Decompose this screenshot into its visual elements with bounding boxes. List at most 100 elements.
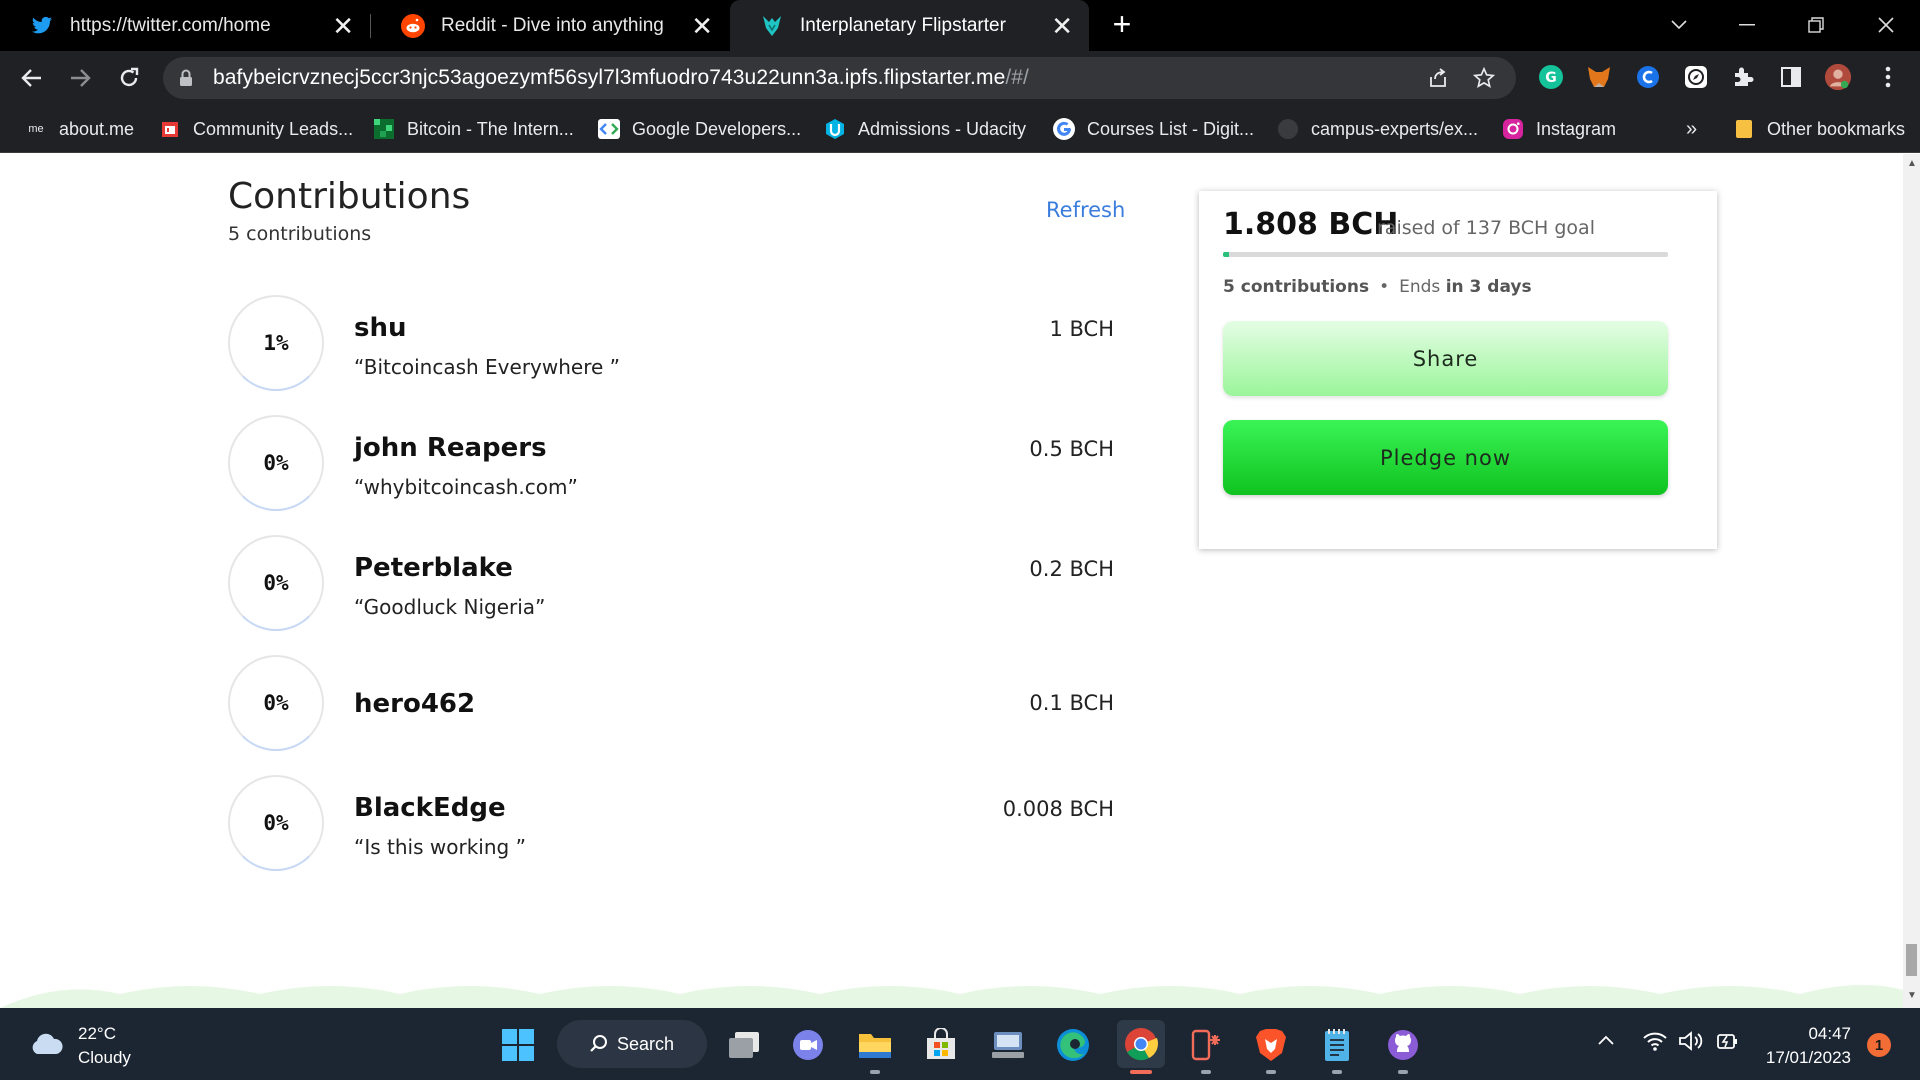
vertical-scrollbar[interactable]: ▲ ▼ xyxy=(1903,154,1920,1008)
running-indicator xyxy=(1266,1070,1276,1074)
weather-condition: Cloudy xyxy=(78,1048,131,1067)
contribution-message: “Is this working ” xyxy=(354,835,526,859)
side-panel-icon[interactable] xyxy=(1777,63,1805,91)
close-window-icon[interactable] xyxy=(1866,8,1906,42)
contributor-name: hero462 xyxy=(354,689,476,719)
puzzle-extensions-icon[interactable] xyxy=(1729,63,1757,91)
notification-badge[interactable]: 1 xyxy=(1867,1033,1891,1057)
contribution-percent-ring: 0% xyxy=(228,415,324,511)
flipstarter-icon xyxy=(760,14,784,38)
url-host: bafybeicrvznecj5ccr3njc53agoezymf56syl7l… xyxy=(213,66,1006,89)
phone-link-icon[interactable] xyxy=(1185,1024,1227,1066)
contributor-name: shu xyxy=(354,313,407,343)
contribution-amount: 0.1 BCH xyxy=(1029,691,1114,715)
contributor-name: john Reapers xyxy=(354,433,547,463)
scrollbar-thumb[interactable] xyxy=(1906,944,1917,976)
contributions-title: Contributions xyxy=(228,176,471,217)
cloud-icon xyxy=(28,1032,64,1061)
close-tab-icon[interactable]: ✕ xyxy=(332,13,354,39)
windows-start-icon[interactable] xyxy=(497,1024,539,1066)
contribution-amount: 0.008 BCH xyxy=(1002,797,1114,821)
tab-reddit[interactable]: Reddit - Dive into anything ✕ xyxy=(371,0,729,51)
campaign-stats: 5 contributions • Ends in 3 days xyxy=(1223,277,1532,297)
wifi-icon[interactable] xyxy=(1642,1030,1668,1052)
scroll-down-arrow-icon[interactable]: ▼ xyxy=(1907,990,1917,1001)
close-tab-icon[interactable]: ✕ xyxy=(1051,13,1073,39)
contribution-message: “Goodluck Nigeria” xyxy=(354,595,546,619)
folder-icon xyxy=(1733,118,1755,140)
metamask-icon[interactable] xyxy=(1585,63,1613,91)
restore-icon[interactable] xyxy=(1796,8,1836,42)
chrome-browser-icon[interactable] xyxy=(1117,1020,1165,1068)
tab-title: Interplanetary Flipstarter xyxy=(800,14,1006,36)
bookmark-label: Instagram xyxy=(1536,118,1617,139)
taskbar-search[interactable]: Search xyxy=(557,1020,707,1068)
github-desktop-icon[interactable] xyxy=(1382,1024,1424,1066)
contribution-percent-ring: 0% xyxy=(228,655,324,751)
compass-extension-icon[interactable] xyxy=(1682,63,1710,91)
close-tab-icon[interactable]: ✕ xyxy=(691,13,713,39)
back-arrow-icon[interactable] xyxy=(16,62,48,94)
contribution-row: 1% shu “Bitcoincash Everywhere ” 1 BCH xyxy=(228,295,1114,395)
running-indicator xyxy=(1398,1070,1408,1074)
instagram-icon xyxy=(1502,118,1524,140)
tab-search-icon[interactable] xyxy=(1659,8,1699,42)
bookmark-bitcoin[interactable]: Bitcoin - The Intern... xyxy=(373,115,574,143)
tab-title: https://twitter.com/home xyxy=(70,14,271,36)
forward-arrow-icon[interactable] xyxy=(64,62,96,94)
bookmark-udacity[interactable]: Admissions - Udacity xyxy=(824,115,1026,143)
twitter-icon xyxy=(30,14,54,38)
tab-flipstarter[interactable]: Interplanetary Flipstarter ✕ xyxy=(730,0,1089,51)
contribution-percent-ring: 0% xyxy=(228,775,324,871)
volume-icon[interactable] xyxy=(1678,1030,1704,1052)
bookmark-courses-list[interactable]: Courses List - Digit... xyxy=(1053,115,1254,143)
reload-icon[interactable] xyxy=(113,62,145,94)
active-indicator xyxy=(1130,1070,1152,1074)
profile-avatar-icon[interactable] xyxy=(1824,63,1852,91)
more-menu-icon[interactable] xyxy=(1874,63,1902,91)
bookmark-about-me[interactable]: me about.me xyxy=(25,115,134,143)
file-explorer-icon[interactable] xyxy=(854,1024,896,1066)
battery-icon[interactable] xyxy=(1714,1030,1740,1052)
bookmark-community-leads[interactable]: Community Leads... xyxy=(159,115,353,143)
campaign-status-card: 1.808 BCH raised of 137 BCH goal 5 contr… xyxy=(1199,191,1717,549)
tab-twitter[interactable]: https://twitter.com/home ✕ xyxy=(0,0,370,51)
lock-icon[interactable] xyxy=(179,69,193,92)
pledge-now-button[interactable]: Pledge now xyxy=(1223,420,1668,495)
share-page-icon[interactable] xyxy=(1425,65,1451,91)
share-button[interactable]: Share xyxy=(1223,321,1668,396)
other-bookmarks-folder[interactable]: Other bookmarks xyxy=(1733,115,1905,143)
new-tab-button[interactable]: + xyxy=(1107,8,1137,40)
system-clock[interactable]: 04:47 17/01/2023 xyxy=(1761,1022,1851,1070)
microsoft-store-icon[interactable] xyxy=(920,1024,962,1066)
running-indicator xyxy=(1332,1070,1342,1074)
contribution-percent-ring: 0% xyxy=(228,535,324,631)
extension-c-icon[interactable] xyxy=(1634,63,1662,91)
brave-browser-icon[interactable] xyxy=(1250,1024,1292,1066)
more-bookmarks-chevron-icon[interactable]: » xyxy=(1686,115,1697,143)
grammarly-icon[interactable]: G xyxy=(1537,63,1565,91)
google-developers-icon xyxy=(598,118,620,140)
contribution-row: 0% john Reapers “whybitcoincash.com” 0.5… xyxy=(228,415,1114,515)
weather-widget[interactable]: 22°C Cloudy xyxy=(28,1022,131,1070)
edge-browser-icon[interactable] xyxy=(1052,1024,1094,1066)
pixel-grid-icon xyxy=(373,118,395,140)
bookmark-label: Admissions - Udacity xyxy=(858,118,1027,139)
notepad-icon[interactable] xyxy=(1316,1024,1358,1066)
refresh-link[interactable]: Refresh xyxy=(1046,198,1125,222)
star-bookmark-icon[interactable] xyxy=(1471,65,1497,91)
bookmark-instagram[interactable]: Instagram xyxy=(1502,115,1616,143)
network-app-icon[interactable] xyxy=(987,1024,1029,1066)
bookmark-campus-experts[interactable]: campus-experts/ex... xyxy=(1277,115,1478,143)
scroll-up-arrow-icon[interactable]: ▲ xyxy=(1907,158,1917,169)
funding-progress-bar xyxy=(1223,252,1668,257)
contribution-row: 0% hero462 0.1 BCH xyxy=(228,655,1114,755)
bookmark-google-developers[interactable]: Google Developers... xyxy=(598,115,801,143)
teams-chat-icon[interactable] xyxy=(787,1024,829,1066)
url-text[interactable]: bafybeicrvznecj5ccr3njc53agoezymf56syl7l… xyxy=(213,66,1029,90)
task-view-icon[interactable] xyxy=(723,1024,765,1066)
show-hidden-icons-chevron-icon[interactable] xyxy=(1597,1034,1615,1046)
browser-toolbar: bafybeicrvznecj5ccr3njc53agoezymf56syl7l… xyxy=(0,51,1920,105)
address-bar[interactable]: bafybeicrvznecj5ccr3njc53agoezymf56syl7l… xyxy=(163,57,1516,99)
minimize-icon[interactable] xyxy=(1727,8,1767,42)
